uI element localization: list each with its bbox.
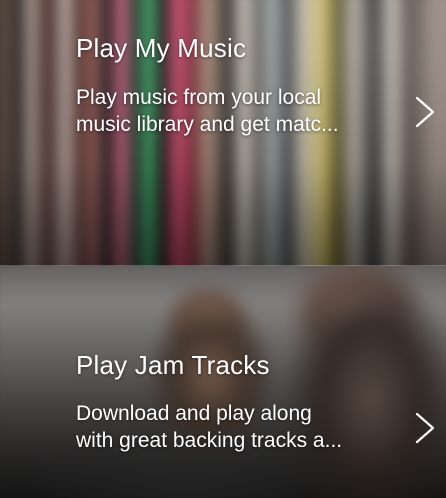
description-line: with great backing tracks a... [76,429,343,452]
play-my-music-card[interactable]: Play My Music Play music from your local… [0,0,446,266]
description-line: music library and get matc... [76,113,339,136]
chevron-right-icon[interactable] [414,412,436,444]
play-jam-tracks-card[interactable]: Play Jam Tracks Download and play along … [0,266,446,498]
band-jamming-background [0,266,446,498]
chevron-right-icon[interactable] [414,96,436,128]
description-line: Download and play along [76,402,312,425]
play-jam-tracks-title: Play Jam Tracks [76,350,270,380]
play-my-music-description: Play music from your local music library… [76,84,406,138]
play-my-music-title: Play My Music [76,33,247,63]
description-line: Play music from your local [76,86,322,109]
play-jam-tracks-description: Download and play along with great backi… [76,400,406,454]
